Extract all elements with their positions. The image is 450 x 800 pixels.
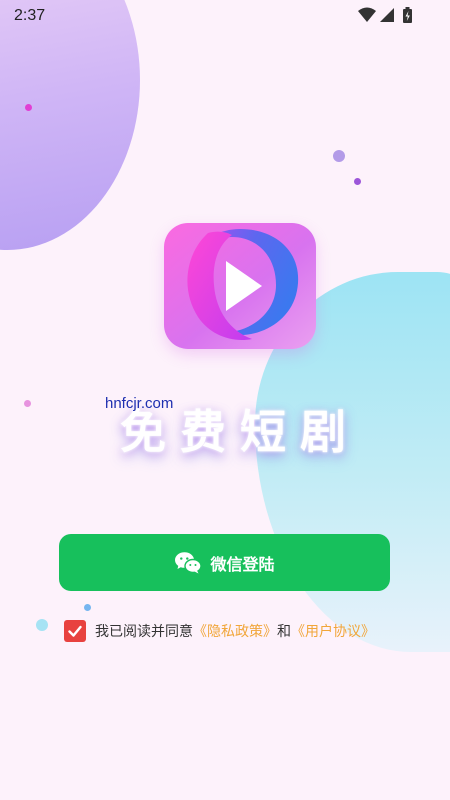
status-icons [358,7,412,23]
wechat-login-label: 微信登陆 [210,554,275,574]
agreement-checkbox[interactable] [64,620,86,642]
decorative-dot [84,604,91,611]
app-logo [164,223,316,349]
agreement-row: 我已阅读并同意 《隐私政策》 和 《用户协议》 [64,619,375,643]
decorative-dot [354,178,361,185]
wifi-icon [358,7,376,22]
agreement-prefix: 我已阅读并同意 [95,624,193,640]
decorative-blob-top-left [0,0,140,250]
wechat-login-button[interactable]: 微信登陆 [59,534,390,591]
decorative-dot [333,150,345,162]
status-time: 2:37 [14,7,46,24]
wechat-icon [175,551,203,573]
privacy-policy-link[interactable]: 《隐私政策》 [193,621,277,641]
decorative-dot [25,104,32,111]
watermark-text: hnfcjr.com [105,395,174,412]
decorative-dot [36,619,48,631]
agreement-conjunction: 和 [277,624,291,640]
play-logo-icon [164,223,316,349]
battery-charging-icon [403,7,412,23]
signal-icon [380,8,394,22]
user-agreement-link[interactable]: 《用户协议》 [291,621,375,641]
check-icon [68,625,82,637]
decorative-dot [24,400,31,407]
login-screen: 2:37 免费短剧 hnfcjr.com 微信登陆 我已阅读并同意 《隐私政策》… [0,0,450,800]
status-bar: 2:37 [0,0,450,32]
